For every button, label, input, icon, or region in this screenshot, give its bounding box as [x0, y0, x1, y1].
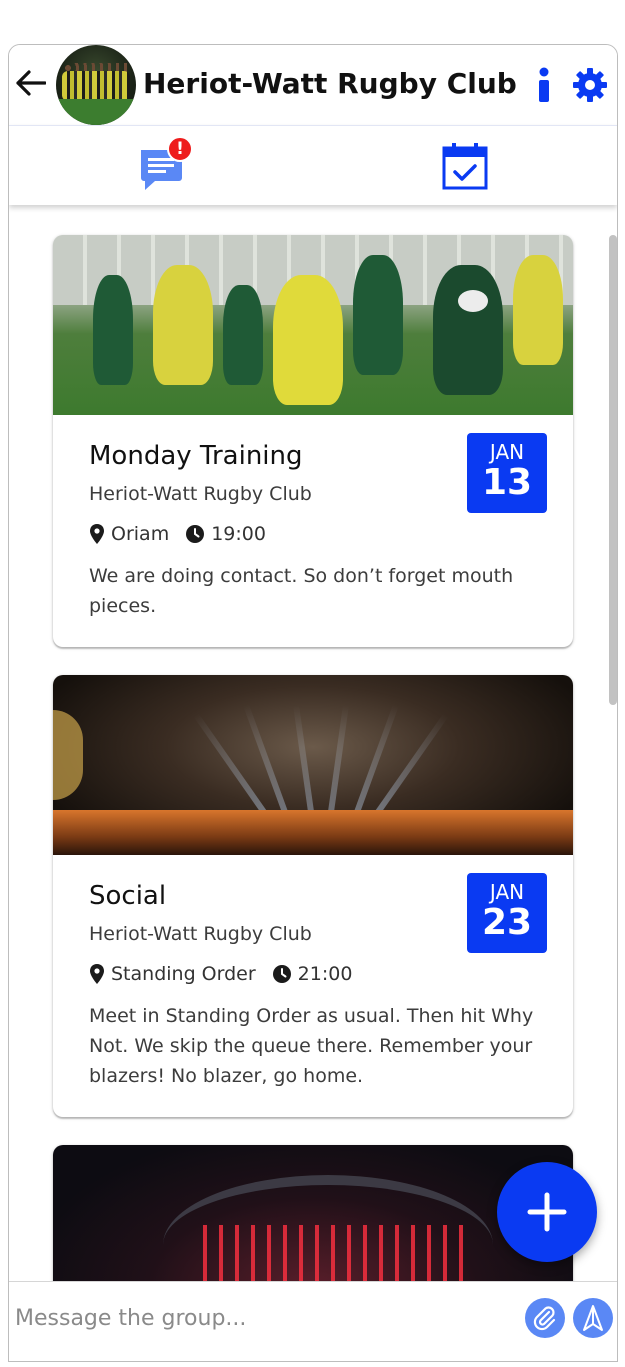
tab-events[interactable] [313, 126, 617, 206]
notification-badge: ! [167, 136, 193, 162]
back-button[interactable] [13, 65, 49, 101]
event-location: Standing Order [111, 963, 256, 985]
event-day: 23 [481, 902, 533, 943]
message-composer [9, 1281, 617, 1361]
gear-icon [573, 68, 607, 102]
event-location: Oriam [111, 523, 170, 545]
event-time: 21:00 [297, 963, 353, 985]
plus-icon [527, 1192, 567, 1232]
send-button[interactable] [573, 1298, 613, 1338]
app-frame: Heriot-Watt Rugby Club ! Monday Training… [8, 44, 618, 1362]
event-month: JAN [489, 440, 525, 464]
clock-icon [186, 525, 205, 543]
event-details: Monday Training Heriot-Watt Rugby Club O… [53, 415, 573, 647]
location-pin-icon [90, 964, 104, 984]
attach-button[interactable] [525, 1298, 565, 1338]
event-image [53, 675, 573, 855]
header: Heriot-Watt Rugby Club [9, 45, 617, 125]
group-avatar[interactable] [56, 45, 136, 125]
tab-chat[interactable]: ! [9, 126, 313, 206]
send-arrow-icon [583, 1305, 603, 1331]
event-image [53, 1145, 573, 1281]
event-description: We are doing contact. So don’t forget mo… [89, 565, 514, 617]
location-pin-icon [90, 524, 104, 544]
event-date-badge: JAN 13 [467, 433, 547, 513]
add-event-button[interactable] [497, 1162, 597, 1262]
event-card[interactable] [53, 1145, 573, 1281]
paperclip-icon [533, 1306, 556, 1331]
event-card[interactable]: Social Heriot-Watt Rugby Club Standing O… [53, 675, 573, 1117]
settings-button[interactable] [570, 65, 610, 105]
info-button[interactable] [529, 65, 559, 105]
tab-bar: ! [9, 125, 617, 205]
event-description: Meet in Standing Order as usual. Then hi… [89, 1005, 534, 1087]
scrollbar[interactable] [609, 235, 617, 705]
event-time: 19:00 [211, 523, 266, 545]
info-icon [539, 67, 549, 102]
event-day: 13 [481, 462, 533, 503]
event-details: Social Heriot-Watt Rugby Club Standing O… [53, 855, 573, 1117]
event-image [53, 235, 573, 415]
events-list[interactable]: Monday Training Heriot-Watt Rugby Club O… [9, 205, 617, 1281]
event-month: JAN [489, 880, 525, 904]
calendar-check-icon [442, 143, 488, 190]
clock-icon [272, 965, 291, 983]
event-card[interactable]: Monday Training Heriot-Watt Rugby Club O… [53, 235, 573, 647]
event-date-badge: JAN 23 [467, 873, 547, 953]
arrow-left-icon [16, 70, 46, 96]
page-title: Heriot-Watt Rugby Club [143, 67, 517, 100]
message-input[interactable] [15, 1298, 515, 1338]
